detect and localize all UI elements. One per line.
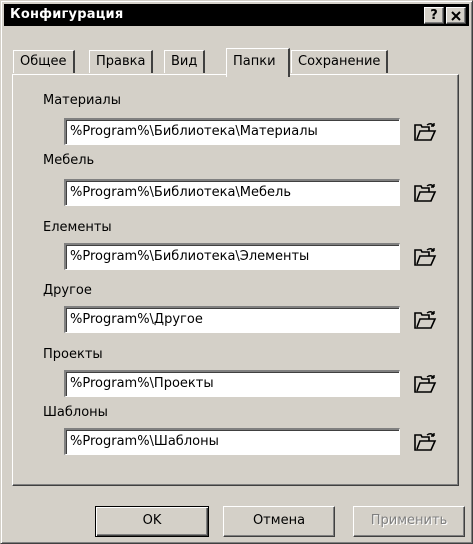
- furniture-path-input[interactable]: %Program%\Библиотека\Мебель: [64, 179, 400, 206]
- tab-folders-label: Папки: [233, 54, 276, 69]
- tab-view[interactable]: Вид: [164, 50, 206, 73]
- other-path-input[interactable]: %Program%\Другое: [64, 306, 400, 333]
- tab-view-label: Вид: [171, 54, 198, 69]
- materials-path-input[interactable]: %Program%\Библиотека\Материалы: [64, 118, 400, 145]
- window-title: Конфигурация: [10, 7, 124, 22]
- help-button[interactable]: ?: [424, 7, 444, 24]
- apply-button[interactable]: Применить: [353, 506, 465, 537]
- materials-label: Материалы: [43, 93, 121, 108]
- tab-general[interactable]: Общее: [13, 50, 75, 73]
- config-dialog: Конфигурация ? Общее Правка Вид Папки Со…: [0, 0, 473, 544]
- tab-edit[interactable]: Правка: [89, 50, 154, 73]
- tab-general-label: Общее: [20, 54, 67, 69]
- ok-button[interactable]: OK: [95, 506, 209, 537]
- templates-path-input[interactable]: %Program%\Шаблоны: [64, 428, 400, 455]
- close-icon: [451, 11, 461, 21]
- other-label: Другое: [43, 283, 92, 298]
- tab-saving-label: Сохранение: [298, 54, 381, 69]
- open-folder-icon[interactable]: [413, 183, 437, 203]
- open-folder-icon[interactable]: [413, 122, 437, 142]
- furniture-label: Мебель: [43, 153, 95, 168]
- templates-label: Шаблоны: [43, 405, 108, 420]
- close-button[interactable]: [446, 7, 466, 24]
- open-folder-icon[interactable]: [413, 432, 437, 452]
- tab-saving[interactable]: Сохранение: [291, 50, 389, 73]
- open-folder-icon[interactable]: [413, 247, 437, 267]
- tab-edit-label: Правка: [96, 54, 146, 69]
- elements-path-input[interactable]: %Program%\Библиотека\Элементы: [64, 243, 400, 270]
- cancel-button[interactable]: Отмена: [223, 506, 335, 537]
- projects-label: Проекты: [43, 347, 103, 362]
- projects-path-input[interactable]: %Program%\Проекты: [64, 370, 400, 397]
- tab-folders[interactable]: Папки: [226, 48, 290, 77]
- open-folder-icon[interactable]: [413, 374, 437, 394]
- title-bar[interactable]: Конфигурация ?: [4, 4, 469, 26]
- folders-panel: Материалы %Program%\Библиотека\Материалы…: [12, 74, 459, 486]
- open-folder-icon[interactable]: [413, 310, 437, 330]
- elements-label: Елементы: [43, 220, 112, 235]
